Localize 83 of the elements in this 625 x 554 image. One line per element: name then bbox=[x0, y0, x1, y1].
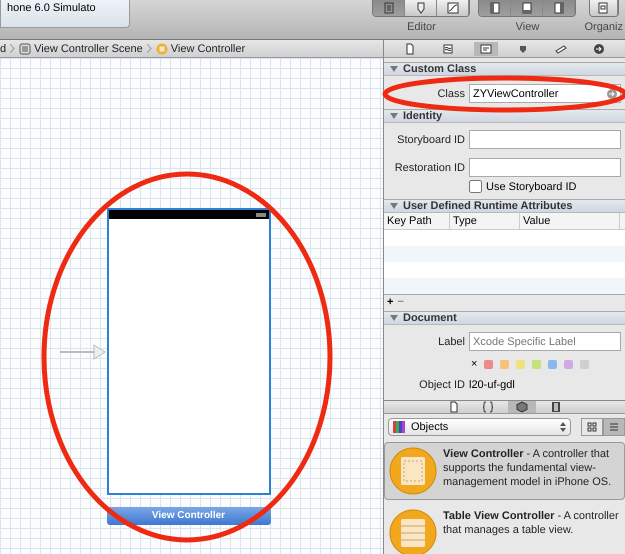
battery-icon bbox=[256, 212, 266, 216]
column-header[interactable]: Key Path bbox=[384, 213, 450, 229]
library-tab[interactable] bbox=[508, 401, 536, 413]
restoration-id-field[interactable] bbox=[469, 158, 621, 177]
breadcrumb-item[interactable]: d bbox=[0, 42, 6, 54]
organizer-icon bbox=[597, 2, 610, 14]
chevron-icon bbox=[146, 44, 152, 53]
toolbar-button[interactable] bbox=[590, 0, 618, 16]
label-field[interactable]: Xcode Specific Label bbox=[469, 332, 621, 351]
field-label: Class bbox=[436, 88, 465, 100]
color-swatch[interactable] bbox=[580, 360, 590, 368]
toolbar-button[interactable] bbox=[511, 0, 544, 16]
graph-icon bbox=[446, 2, 459, 14]
toolbar-button[interactable] bbox=[405, 0, 438, 16]
checkbox-label: Use Storyboard ID bbox=[486, 180, 576, 192]
view-mode-button[interactable] bbox=[603, 418, 625, 436]
view-controller-icon bbox=[389, 447, 437, 495]
braces-icon bbox=[482, 401, 494, 413]
view-controller-icon bbox=[156, 42, 168, 54]
clear-color-button[interactable]: × bbox=[471, 358, 478, 370]
table-controller-icon bbox=[389, 509, 437, 554]
library-item[interactable]: Table View Controller - A controller that manages a table view. bbox=[384, 504, 625, 554]
inspector-tab[interactable] bbox=[474, 42, 498, 56]
column-header[interactable]: Type bbox=[450, 213, 520, 229]
document-icon bbox=[404, 42, 416, 54]
document-icon bbox=[448, 401, 460, 413]
section-title: Document bbox=[403, 312, 457, 324]
film-icon bbox=[550, 401, 562, 413]
cube-icon bbox=[516, 401, 528, 413]
toolbar-button[interactable] bbox=[479, 0, 512, 16]
toolbar-group-label: View bbox=[516, 21, 540, 33]
toolbar-group-label: Organiz bbox=[584, 21, 623, 33]
list-icon bbox=[608, 421, 620, 433]
books-icon bbox=[393, 421, 407, 433]
updown-arrows-icon bbox=[560, 422, 566, 432]
item-description: View Controller - A controller that supports the fundamental view-management model in iPhone OS. bbox=[443, 447, 612, 490]
view-mode-button[interactable] bbox=[581, 418, 603, 436]
toolbar-button[interactable] bbox=[437, 0, 470, 16]
scene-icon bbox=[19, 42, 32, 54]
grid-icon bbox=[586, 421, 598, 433]
ruler-icon bbox=[555, 42, 568, 54]
wave-box-icon bbox=[442, 42, 454, 54]
chevron-icon bbox=[10, 44, 16, 53]
disclosure-triangle-icon[interactable] bbox=[390, 314, 398, 322]
scheme-popup[interactable]: hone 6.0 Simulato bbox=[0, 0, 130, 28]
arrow-circle-icon bbox=[593, 42, 606, 54]
storyboard-id-field[interactable] bbox=[469, 130, 621, 149]
library-item[interactable]: View Controller - A controller that supports the fundamental view-management model in iPhone OS. bbox=[384, 442, 625, 500]
section-title: Custom Class bbox=[403, 63, 476, 75]
field-label: Restoration ID bbox=[394, 162, 465, 174]
layout-pane-icon bbox=[488, 2, 501, 14]
color-swatch[interactable] bbox=[484, 360, 494, 368]
phone-screen[interactable] bbox=[106, 208, 270, 495]
disclosure-triangle-icon[interactable] bbox=[390, 112, 398, 120]
field-label: Label bbox=[437, 336, 465, 348]
add-button[interactable]: + bbox=[387, 296, 394, 308]
section-title: Identity bbox=[403, 110, 442, 122]
color-swatch[interactable] bbox=[500, 360, 510, 368]
arrow-circle-icon bbox=[607, 88, 617, 98]
color-swatch[interactable] bbox=[516, 360, 526, 368]
color-swatch[interactable] bbox=[532, 360, 542, 368]
section-title: User Defined Runtime Attributes bbox=[403, 200, 573, 212]
layout-pane-icon bbox=[552, 2, 565, 14]
id-card-icon bbox=[480, 42, 492, 54]
column-header[interactable]: Value bbox=[520, 213, 620, 229]
object-id-value: l20-uf-gdl bbox=[469, 379, 515, 391]
toolbar-button[interactable] bbox=[543, 0, 576, 16]
checkbox[interactable] bbox=[469, 180, 482, 193]
toolbar-group-label: Editor bbox=[407, 21, 436, 33]
color-swatch[interactable] bbox=[564, 360, 574, 368]
field-label: Object ID bbox=[418, 379, 465, 391]
color-swatch[interactable] bbox=[548, 360, 558, 368]
text-lines-icon bbox=[382, 2, 395, 14]
field-label: Storyboard ID bbox=[396, 134, 465, 146]
class-combo-field[interactable]: ZYViewController bbox=[469, 84, 621, 103]
disclosure-triangle-icon[interactable] bbox=[390, 202, 398, 210]
library-popup[interactable]: Objects bbox=[388, 418, 571, 436]
disclosure-triangle-icon[interactable] bbox=[390, 65, 398, 73]
breadcrumb-item[interactable]: View Controller bbox=[156, 42, 246, 54]
item-description: Table View Controller - A controller that manages a table view. bbox=[443, 509, 620, 538]
breadcrumb-item[interactable]: View Controller Scene bbox=[19, 42, 143, 54]
layout-pane-icon bbox=[520, 2, 533, 14]
mask-icon bbox=[414, 2, 427, 14]
